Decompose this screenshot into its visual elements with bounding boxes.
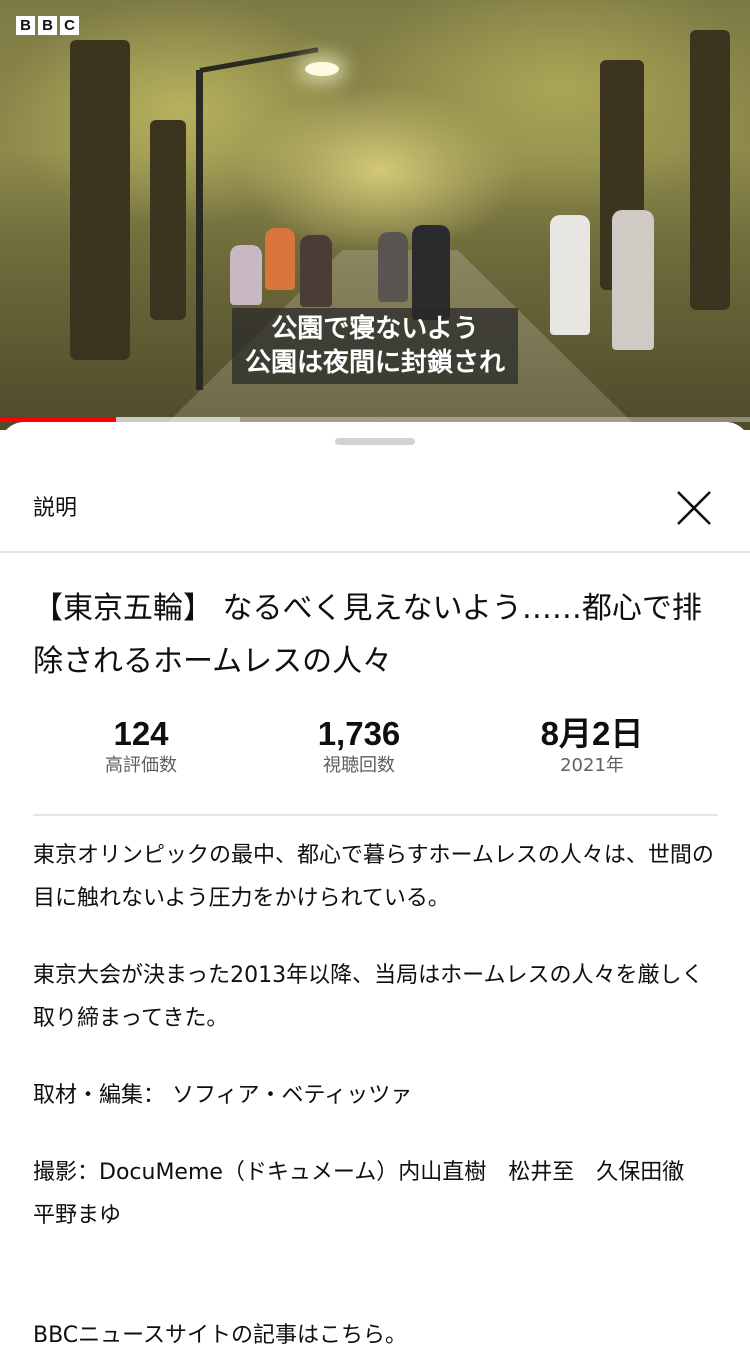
- stat-views: 1,736 視聴回数: [249, 714, 469, 794]
- pedestrian: [300, 235, 332, 307]
- video-stats: 124 高評価数 1,736 視聴回数 8月2日 2021年: [33, 714, 723, 794]
- street-lamp-pole: [196, 70, 203, 390]
- pedestrian: [412, 225, 450, 320]
- pedestrian: [550, 215, 590, 335]
- stat-label: 視聴回数: [323, 755, 395, 776]
- video-player[interactable]: B B C 公園で寝ないよう 公園は夜間に封鎖され: [0, 0, 750, 430]
- description-text: 東京オリンピックの最中、都心で暮らすホームレスの人々は、世間の目に触れないよう圧…: [33, 834, 723, 1357]
- divider: [33, 814, 718, 816]
- close-icon: [677, 491, 711, 525]
- stat-value: 1,736: [317, 715, 401, 752]
- street-lamp-light: [305, 62, 339, 76]
- close-button[interactable]: [672, 486, 716, 530]
- stat-label: 高評価数: [105, 755, 177, 776]
- stat-value: 124: [113, 715, 169, 752]
- sheet-title: 説明: [33, 496, 78, 521]
- stat-date: 8月2日 2021年: [469, 714, 715, 794]
- description-paragraph: 撮影：DocuMeme（ドキュメーム）内山直樹 松井至 久保田徹 平野まゆ: [33, 1160, 707, 1228]
- subtitle-line: 公園は夜間に封鎖され: [244, 348, 505, 378]
- video-subtitle: 公園で寝ないよう 公園は夜間に封鎖され: [232, 308, 518, 384]
- tree-trunk: [150, 120, 186, 320]
- sheet-header: 説明: [0, 462, 750, 553]
- bbc-logo: B B C: [16, 16, 79, 35]
- logo-letter: B: [16, 16, 35, 35]
- drag-handle[interactable]: [335, 438, 415, 445]
- video-title: 【東京五輪】 なるべく見えないよう……都心で排除されるホームレスの人々: [33, 591, 702, 679]
- logo-letter: C: [60, 16, 79, 35]
- pedestrian: [230, 245, 262, 305]
- logo-letter: B: [38, 16, 57, 35]
- pedestrian: [612, 210, 654, 350]
- tree-trunk: [70, 40, 130, 360]
- description-paragraph: 東京大会が決まった2013年以降、当局はホームレスの人々を厳しく取り締まってきた…: [33, 963, 704, 1031]
- subtitle-line: 公園で寝ないよう: [271, 314, 479, 344]
- description-paragraph[interactable]: BBCニュースサイトの記事はこちら。: [33, 1314, 723, 1357]
- stat-label: 2021年: [560, 755, 624, 776]
- pedestrian: [265, 228, 295, 290]
- tree-trunk: [690, 30, 730, 310]
- stat-value: 8月2日: [540, 715, 644, 752]
- description-paragraph: 東京オリンピックの最中、都心で暮らすホームレスの人々は、世間の目に触れないよう圧…: [33, 843, 714, 911]
- pedestrian: [378, 232, 408, 302]
- stat-likes: 124 高評価数: [33, 714, 249, 794]
- description-paragraph: 取材・編集： ソフィア・ベティッツァ: [33, 1083, 413, 1108]
- description-content: 【東京五輪】 なるべく見えないよう……都心で排除されるホームレスの人々 124 …: [33, 582, 723, 1357]
